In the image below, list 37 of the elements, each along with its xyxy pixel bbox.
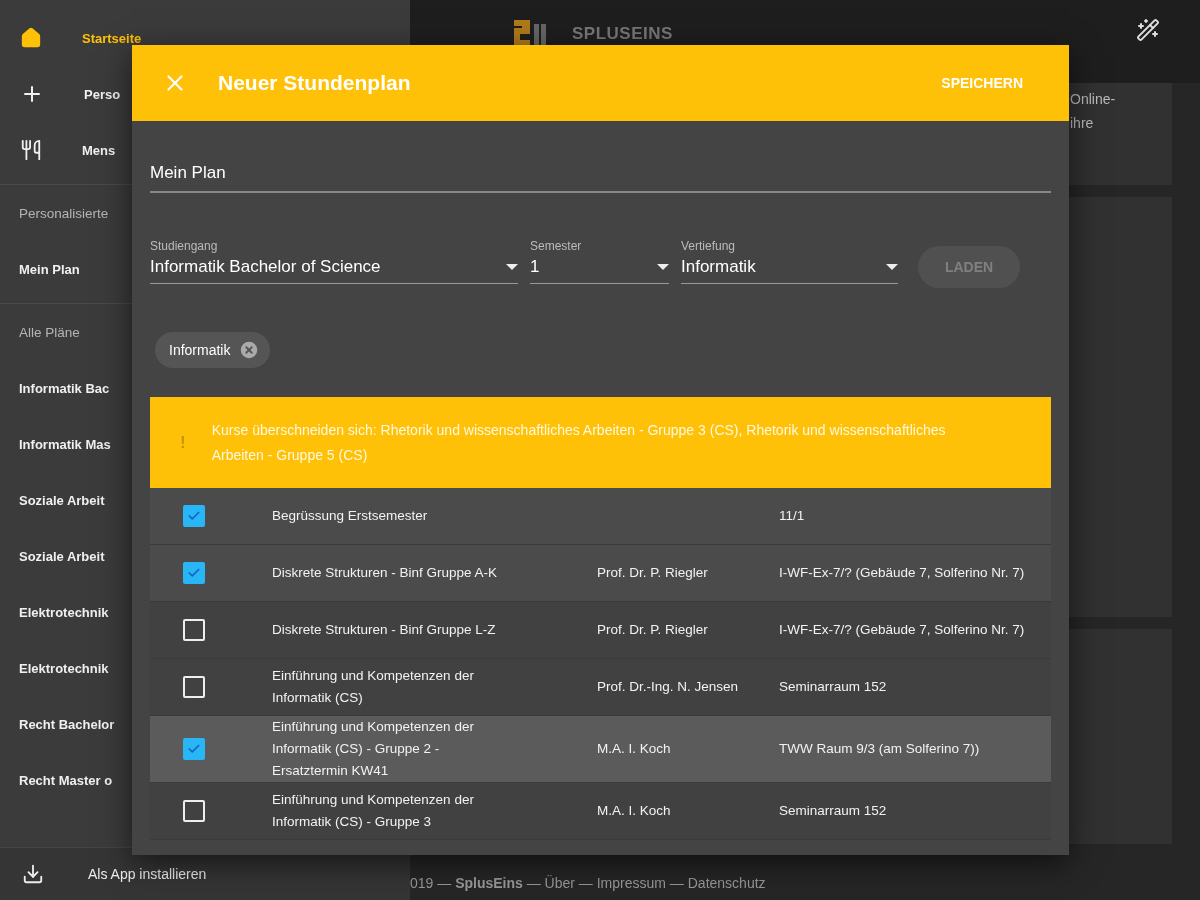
warning-icon: ! — [180, 432, 186, 453]
lecturer-cell-text: M.A. I. Koch — [597, 740, 672, 758]
field-value: Informatik — [681, 257, 756, 277]
warning-text: Kurse überschneiden sich: Rhetorik und wissenschaftliches Arbeiten - Gruppe 3 (CS), Rhetorik und wissenschaftliches Arbeiten - Gruppe 5 (CS) — [211, 420, 947, 465]
card-text: Online- — [1070, 89, 1117, 109]
field-label: Vertiefung — [681, 239, 737, 253]
room-cell-text: I-WF-Ex-7/? (Gebäude 7, Solferino Nr. 7) — [779, 564, 1026, 582]
room-cell-text: Seminarraum 152 — [779, 678, 888, 696]
room-cell-text: I-WF-Ex-7/? (Gebäude 7, Solferino Nr. 7) — [779, 621, 1026, 639]
field-value: Informatik Bachelor of Science — [150, 257, 381, 277]
lecturer-cell-text: Prof. Dr. P. Riegler — [597, 621, 709, 639]
chip-label: Informatik — [169, 342, 231, 358]
install-label: Als App installieren — [88, 866, 207, 882]
room-cell-text: TWW Raum 9/3 (am Solferino 7)) — [779, 740, 981, 758]
course-title: Diskrete Strukturen - Binf Gruppe A-K — [272, 564, 499, 582]
card-text: ihre — [1070, 113, 1095, 133]
nav-label: Mens — [82, 142, 116, 158]
course-title: Einführung und Kompetenzen der Informatik (CS) - Gruppe 2 - Ersatztermin KW41 — [272, 718, 475, 780]
footer-text: 019 — SplusEins — Über — Impressum — Datenschutz — [410, 874, 766, 891]
nav-label: Startseite — [82, 30, 142, 46]
dialog-title: Neuer Stundenplan — [218, 71, 411, 95]
nav-label: Perso — [84, 86, 121, 102]
room-cell-text: 11/1 — [779, 507, 806, 525]
field-label: Studiengang — [150, 239, 219, 253]
field-value: 1 — [530, 257, 540, 277]
lecturer-cell-text: Prof. Dr.-Ing. N. Jensen — [597, 678, 740, 696]
logo-text: SPLUSEINS — [572, 24, 673, 44]
room-cell-text: Seminarraum 152 — [779, 802, 888, 820]
section-header: Personalisierte — [18, 204, 109, 223]
course-title: Begrüssung Erstsemester — [272, 507, 429, 525]
course-title: Einführung und Kompetenzen der Informatik (CS) - Gruppe 3 — [272, 791, 475, 831]
field-label: Semester — [530, 239, 583, 253]
course-title: Diskrete Strukturen - Binf Gruppe L-Z — [272, 621, 497, 639]
lecturer-cell-text: Prof. Dr. P. Riegler — [597, 564, 709, 582]
section-header: Alle Pläne — [18, 323, 80, 342]
course-title: Einführung und Kompetenzen der Informatik (CS) — [272, 667, 475, 707]
lecturer-cell-text: M.A. I. Koch — [597, 802, 672, 820]
